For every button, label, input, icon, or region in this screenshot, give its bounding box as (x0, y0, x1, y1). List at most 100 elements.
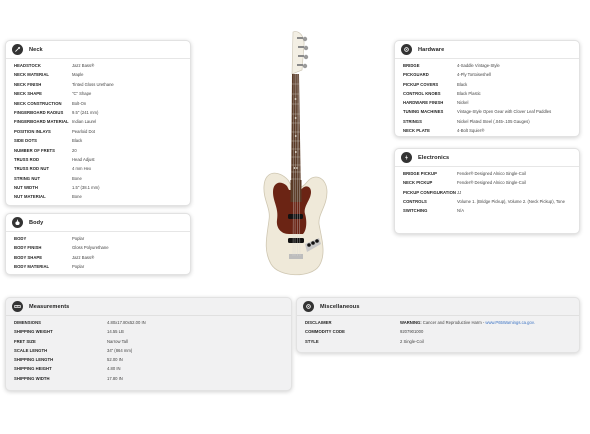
spec-row: NECK CONSTRUCTION Bolt-On (14, 101, 182, 110)
warning-label: WARNING: (400, 320, 422, 325)
spec-label: SHIPPING WIDTH (14, 375, 50, 381)
spec-label: FINGERBOARD MATERIAL (14, 119, 69, 125)
spec-label: PICKUP COVERS (403, 81, 439, 87)
gear-icon (303, 301, 314, 312)
spec-value: WARNING: Cancer and Reproductive Harm - … (400, 320, 535, 325)
miscellaneous-spec-list: DISCLAIMER WARNING: Cancer and Reproduct… (297, 316, 579, 350)
spec-row: CONTROLS Volume 1. (Bridge Pickup), Volum… (403, 199, 571, 208)
spec-label: SIDE DOTS (14, 138, 38, 144)
neck-section-title: Neck (29, 46, 43, 53)
spec-label: BODY MATERIAL (14, 263, 50, 269)
hardware-section-title: Hardware (418, 46, 445, 53)
spec-row: HEADSTOCK Jazz Bass® (14, 63, 182, 72)
electronics-section-header[interactable]: Electronics (395, 149, 579, 167)
spec-row: SHIPPING HEIGHT 4.80 IN (14, 366, 283, 375)
spec-value: 14.55 LB (107, 329, 124, 335)
spec-row: PICKUP COVERS Black (403, 82, 571, 91)
spec-label: DIMENSIONS (14, 320, 42, 325)
spec-label: NUT MATERIAL (14, 194, 46, 200)
neck-section: Neck HEADSTOCK Jazz Bass® NECK MATERIAL Map… (5, 40, 191, 206)
spec-row: PICKUP CONFIGURATION JJ (403, 190, 571, 199)
hardware-section: Hardware BRIDGE 4-Saddle Vintage-Style PIC… (394, 40, 580, 137)
spec-row: NUMBER OF FRETS 20 (14, 148, 182, 157)
spec-label: SWITCHING (403, 208, 428, 214)
hardware-spec-list: BRIDGE 4-Saddle Vintage-Style PICKGUARD 4-P… (395, 59, 579, 136)
spec-row: BODY FINISH Gloss Polyurethane (14, 245, 182, 254)
spec-value: N/A (457, 208, 464, 214)
spec-value: Black (72, 138, 83, 144)
ruler-icon (12, 301, 23, 312)
spec-row: FINGERBOARD MATERIAL Indian Laurel (14, 119, 182, 128)
miscellaneous-section-header[interactable]: Miscellaneous (297, 298, 579, 316)
spec-value: Black Plastic (457, 90, 481, 96)
spec-label: CONTROLS (403, 198, 427, 204)
spec-row: NECK MATERIAL Maple (14, 72, 182, 81)
spec-value: "C" Shape (72, 91, 92, 97)
spec-value: 34" (864 mm) (107, 347, 133, 353)
spec-label: DISCLAIMER (305, 320, 332, 325)
spec-value: 1.5" (38.1 mm) (72, 185, 100, 191)
spec-value: 2 Single-Coil (400, 338, 424, 344)
spec-label: NECK PICKUP (403, 180, 433, 186)
spec-value: 4.80 IN (107, 366, 121, 372)
spec-value: 4-Saddle Vintage-Style (457, 63, 500, 68)
spec-row: TRUSS ROD Head Adjust (14, 157, 182, 166)
spec-label: BODY FINISH (14, 245, 42, 251)
spec-value: Jazz Bass® (72, 254, 95, 260)
spec-value: JJ (457, 189, 462, 195)
spec-value: Poplar (72, 236, 85, 241)
spec-value: Nickel (457, 100, 469, 106)
spec-label: SHIPPING HEIGHT (14, 366, 52, 372)
spec-row: SHIPPING WEIGHT 14.55 LB (14, 329, 283, 338)
spec-value: 4-Ply Tortoiseshell (457, 72, 491, 78)
spec-value: 4 mm Hex (72, 166, 92, 172)
spec-value: Bone (72, 194, 82, 200)
body-section: Body BODY Poplar BODY FINISH Gloss Polyuret… (5, 213, 191, 275)
body-section-header[interactable]: Body (6, 214, 190, 232)
miscellaneous-section-title: Miscellaneous (320, 303, 360, 310)
spec-row: SWITCHING N/A (403, 208, 571, 217)
product-image[interactable] (255, 30, 335, 285)
spec-label: NUT WIDTH (14, 185, 38, 191)
spec-row: FINGERBOARD RADIUS 9.5" (241 mm) (14, 110, 182, 119)
spec-value: Vintage-Style Open Gear with Clover Leaf… (457, 109, 552, 115)
spec-label: CONTROL KNOBS (403, 90, 441, 96)
guitar-body-icon (12, 217, 23, 228)
spec-row: NECK PICKUP Fender® Designed Alnico Singl… (403, 180, 571, 189)
p65-warnings-link[interactable]: www.P65Warnings.ca.gov. (485, 320, 534, 325)
spec-row: SIDE DOTS Black (14, 138, 182, 147)
spec-label: NECK MATERIAL (14, 72, 50, 78)
spec-row: BRIDGE PICKUP Fender® Designed Alnico Sin… (403, 171, 571, 180)
spec-value: Fender® Designed Alnico Single-Coil (457, 180, 526, 186)
spec-label: FINGERBOARD RADIUS (14, 109, 64, 115)
spec-row: PICKGUARD 4-Ply Tortoiseshell (403, 72, 571, 81)
neck-section-header[interactable]: Neck (6, 41, 190, 59)
spec-row: TRUSS ROD NUT 4 mm Hex (14, 166, 182, 175)
spec-value: Fender® Designed Alnico Single-Coil (457, 171, 526, 176)
spec-value: 9.5" (241 mm) (72, 109, 99, 115)
spec-row: DIMENSIONS 4.80x17.80x52.00 IN (14, 320, 283, 329)
spec-row: HARDWARE FINISH Nickel (403, 100, 571, 109)
spec-row: BRIDGE 4-Saddle Vintage-Style (403, 63, 571, 72)
spec-row: STYLE 2 Single-Coil (305, 339, 571, 348)
spec-row: SCALE LENGTH 34" (864 mm) (14, 348, 283, 357)
spec-row: BODY SHAPE Jazz Bass® (14, 255, 182, 264)
spec-label: NECK PLATE (403, 128, 430, 134)
spec-row: DISCLAIMER WARNING: Cancer and Reproduct… (305, 320, 571, 329)
electronics-section: Electronics BRIDGE PICKUP Fender® Designe… (394, 148, 580, 234)
measurements-section: Measurements DIMENSIONS 4.80x17.80x52.00 … (5, 297, 292, 391)
spec-value: 17.80 IN (107, 375, 123, 381)
spec-label: SCALE LENGTH (14, 347, 48, 353)
spec-row: NECK FINISH Tinted Gloss Urethane (14, 82, 182, 91)
hardware-section-header[interactable]: Hardware (395, 41, 579, 59)
spec-label: NECK SHAPE (14, 91, 42, 97)
spec-value: Indian Laurel (72, 119, 97, 125)
spec-row: FRET SIZE Narrow Tall (14, 339, 283, 348)
spec-row: NUT WIDTH 1.5" (38.1 mm) (14, 185, 182, 194)
spec-label: BRIDGE (403, 63, 420, 68)
guitar-neck-icon (12, 44, 23, 55)
measurements-section-header[interactable]: Measurements (6, 298, 291, 316)
spec-label: NECK FINISH (14, 81, 42, 87)
spec-row: SHIPPING LENGTH 52.00 IN (14, 357, 283, 366)
spec-value: Black (457, 81, 468, 87)
